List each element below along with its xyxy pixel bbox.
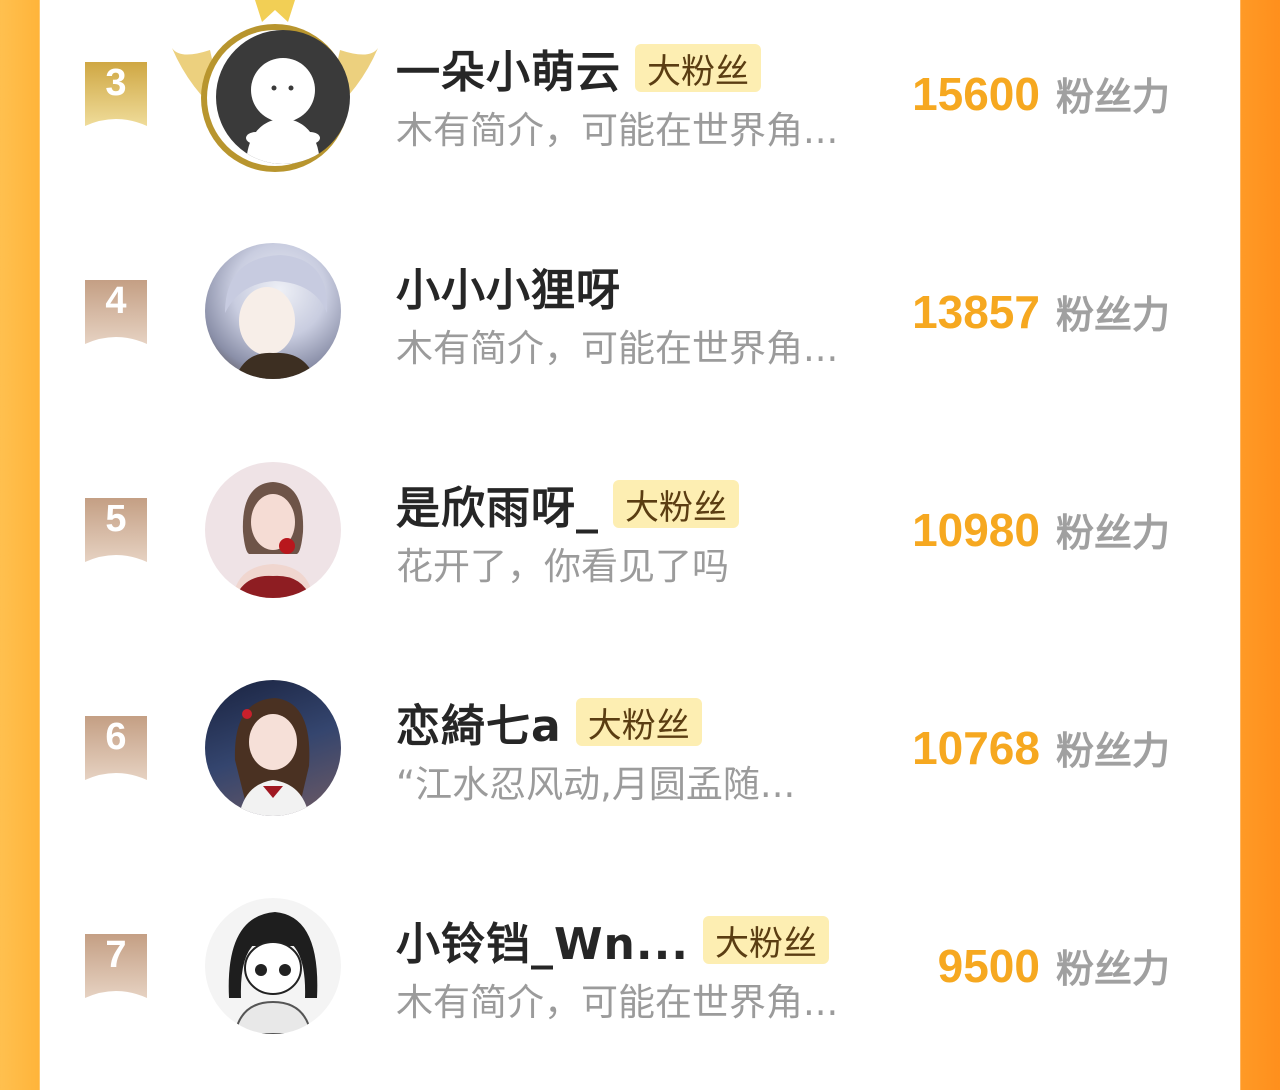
manga-girl-avatar-icon (228, 912, 318, 1034)
avatar[interactable] (205, 898, 341, 1034)
user-name[interactable]: 小铃铛_Wn... (396, 908, 689, 972)
user-bio: 木有简介，可能在世界角... (396, 109, 839, 152)
fan-power-value: 15600 (912, 68, 1040, 120)
leaderboard-panel: 3 一朵小萌云 大粉丝 木有简介，可能在世界角... 15600 粉丝力 4 小… (40, 0, 1240, 1034)
rank-ribbon: 3 (85, 62, 147, 126)
fan-power-value: 10980 (912, 504, 1040, 556)
avatar[interactable] (205, 680, 341, 816)
name-line: 恋綺七a 大粉丝 (396, 694, 702, 752)
rank-number: 5 (105, 498, 127, 540)
rank-number: 3 (105, 62, 127, 104)
fan-badge: 大粉丝 (635, 44, 761, 92)
user-name[interactable]: 一朵小萌云 (396, 36, 621, 100)
fan-badge: 大粉丝 (575, 698, 702, 746)
fan-badge: 大粉丝 (703, 916, 830, 964)
fan-power-unit: 粉丝力 (1055, 947, 1170, 991)
avatar[interactable] (205, 462, 341, 598)
rank-ribbon: 4 (85, 280, 147, 344)
name-line: 小小小狸呀 (396, 258, 621, 316)
leaderboard-row[interactable]: 7 小铃铛_Wn... 大粉丝 木有简介，可能在世界角... 9500 粉丝力 (40, 872, 1240, 1090)
girl-portrait-avatar-icon (233, 482, 313, 598)
fan-power-value: 10768 (912, 722, 1040, 774)
rank-number: 6 (105, 716, 127, 758)
fan-power-unit: 粉丝力 (1055, 729, 1170, 773)
user-bio: 木有简介，可能在世界角... (396, 981, 839, 1024)
rank-number: 4 (105, 280, 127, 322)
avatar[interactable] (216, 30, 350, 164)
rank-ribbon: 6 (85, 716, 147, 780)
name-line: 是欣雨呀_ 大粉丝 (396, 476, 739, 534)
user-name[interactable]: 恋綺七a (396, 690, 562, 754)
leaderboard-row[interactable]: 5 是欣雨呀_ 大粉丝 花开了，你看见了吗 10980 粉丝力 (40, 436, 1240, 654)
user-bio: 木有简介，可能在世界角... (396, 327, 839, 370)
fan-power: 10768 粉丝力 (912, 720, 1170, 775)
fan-power: 10980 粉丝力 (912, 502, 1170, 557)
user-bio: 花开了，你看见了吗 (396, 545, 729, 588)
fan-power: 9500 粉丝力 (938, 938, 1170, 993)
user-name[interactable]: 小小小狸呀 (396, 254, 621, 318)
avatar[interactable] (205, 243, 341, 379)
leaderboard-row[interactable]: 4 小小小狸呀 木有简介，可能在世界角... 13857 粉丝力 (40, 218, 1240, 436)
fan-power-unit: 粉丝力 (1055, 75, 1170, 119)
user-bio: “江水忍风动,月圆孟随... (396, 763, 796, 806)
default-avatar-icon (246, 58, 320, 164)
leaderboard-row[interactable]: 3 一朵小萌云 大粉丝 木有简介，可能在世界角... 15600 粉丝力 (40, 0, 1240, 218)
fan-power-value: 9500 (937, 940, 1040, 992)
rank-ribbon: 5 (85, 498, 147, 562)
fan-power: 15600 粉丝力 (912, 66, 1170, 121)
fan-badge: 大粉丝 (613, 480, 739, 528)
rank-ribbon: 7 (85, 934, 147, 998)
rank-number: 7 (105, 934, 127, 976)
user-name[interactable]: 是欣雨呀_ (396, 472, 599, 536)
leaderboard-row[interactable]: 6 恋綺七a 大粉丝 “江水忍风动,月圆孟随... 10768 粉丝力 (40, 654, 1240, 872)
name-line: 一朵小萌云 大粉丝 (396, 40, 761, 98)
name-line: 小铃铛_Wn... 大粉丝 (396, 912, 830, 970)
fan-power-unit: 粉丝力 (1055, 511, 1170, 555)
fan-power-value: 13857 (912, 286, 1040, 338)
fan-power-unit: 粉丝力 (1055, 293, 1170, 337)
doll-girl-avatar-icon (234, 698, 310, 816)
fan-power: 13857 粉丝力 (912, 284, 1170, 339)
anime-boy-avatar-icon (225, 255, 328, 379)
